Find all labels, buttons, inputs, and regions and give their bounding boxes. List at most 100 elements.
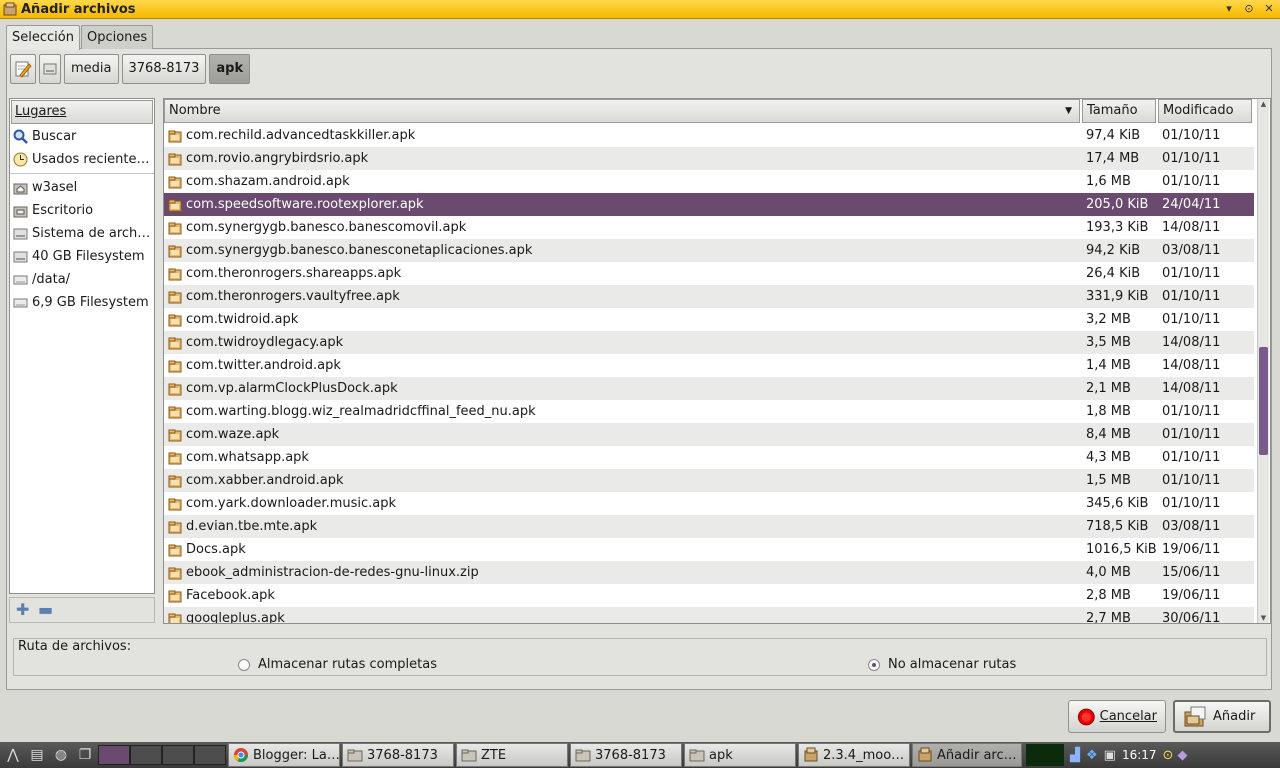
ruta-frame	[13, 638, 1267, 676]
file-row[interactable]: com.twidroid.apk 3,2 MB 01/10/11	[164, 308, 1254, 331]
file-row[interactable]: googleplus.apk 2,7 MB 30/06/11	[164, 607, 1254, 623]
file-icon	[168, 521, 182, 533]
file-row[interactable]: com.synergygb.banesco.banesconetaplicaci…	[164, 239, 1254, 262]
window-title: Añadir archivos	[21, 1, 136, 17]
place-40gb-filesystem[interactable]: 40 GB Filesystem	[10, 245, 154, 268]
dropbox-icon[interactable]: ❖	[1086, 748, 1098, 763]
place-6-9gb-filesystem[interactable]: 6,9 GB Filesystem	[10, 291, 154, 314]
place-label: Escritorio	[32, 203, 94, 218]
signal-icon[interactable]: ▟	[1070, 748, 1080, 763]
file-name-cell: googleplus.apk	[164, 611, 1082, 623]
place-data[interactable]: /data/	[10, 268, 154, 291]
file-icon	[168, 268, 182, 280]
windows-launcher-icon[interactable]: ❐	[74, 744, 96, 766]
taskbar-task[interactable]: Añadir arc…	[912, 743, 1022, 767]
file-row[interactable]: d.evian.tbe.mte.apk 718,5 KiB 03/08/11	[164, 515, 1254, 538]
collapse-icon[interactable]: ▾	[1222, 2, 1236, 16]
close-icon[interactable]: ✕	[1262, 2, 1276, 16]
desktop-3[interactable]	[162, 745, 194, 765]
remove-bookmark-icon[interactable]: ▬	[38, 602, 53, 618]
cancel-label: Cancelar	[1099, 709, 1157, 724]
taskbar-task[interactable]: 3768-8173	[570, 743, 682, 767]
file-row[interactable]: com.twitter.android.apk 1,4 MB 14/08/11	[164, 354, 1254, 377]
scroll-up-icon[interactable]: ▲	[1258, 99, 1269, 109]
file-row[interactable]: com.twidroydlegacy.apk 3,5 MB 14/08/11	[164, 331, 1254, 354]
file-name: com.warting.blogg.wiz_realmadridcffinal_…	[186, 404, 536, 419]
file-name: com.yark.downloader.music.apk	[186, 496, 397, 511]
scroll-down-icon[interactable]: ▼	[1258, 613, 1269, 623]
file-row[interactable]: com.speedsoftware.rootexplorer.apk 205,0 …	[164, 193, 1254, 216]
chrome-icon	[234, 748, 248, 762]
root-drive-button[interactable]	[39, 54, 61, 84]
file-row[interactable]: com.theronrogers.shareapps.apk 26,4 KiB 01…	[164, 262, 1254, 285]
add-button[interactable]: Añadir	[1173, 700, 1271, 733]
file-name: Facebook.apk	[186, 588, 275, 603]
tab-opciones[interactable]: Opciones	[80, 25, 154, 49]
file-row[interactable]: com.theronrogers.vaultyfree.apk 331,9 KiB…	[164, 285, 1254, 308]
scrollbar-thumb[interactable]	[1259, 347, 1268, 455]
file-row[interactable]: com.warting.blogg.wiz_realmadridcffinal_…	[164, 400, 1254, 423]
file-row[interactable]: com.whatsapp.apk 4,3 MB 01/10/11	[164, 446, 1254, 469]
path-segment-media[interactable]: media	[64, 54, 119, 84]
file-row[interactable]: com.shazam.android.apk 1,6 MB 01/10/11	[164, 170, 1254, 193]
file-row[interactable]: com.waze.apk 8,4 MB 01/10/11	[164, 423, 1254, 446]
column-modificado[interactable]: Modificado	[1158, 99, 1252, 123]
place-sistema-de-archivos[interactable]: Sistema de arch…	[10, 222, 154, 245]
vertical-scrollbar[interactable]: ▲ ▼	[1257, 99, 1269, 623]
add-bookmark-icon[interactable]: ✚	[16, 602, 29, 618]
file-row[interactable]: com.synergygb.banesco.banescomovil.apk 19…	[164, 216, 1254, 239]
file-row[interactable]: com.rovio.angrybirdsrio.apk 17,4 MB 01/10/…	[164, 147, 1254, 170]
place-escritorio[interactable]: Escritorio	[10, 199, 154, 222]
file-row[interactable]: ebook_administracion-de-redes-gnu-linux.…	[164, 561, 1254, 584]
taskbar-task[interactable]: Blogger: La…	[228, 743, 340, 767]
taskbar-task[interactable]: 3768-8173	[342, 743, 454, 767]
place-buscar[interactable]: Buscar	[10, 125, 154, 148]
column-nombre[interactable]: Nombre ▼	[164, 99, 1080, 123]
file-icon	[168, 590, 182, 602]
sort-down-icon: ▼	[1065, 106, 1072, 116]
places-header[interactable]: Lugares	[11, 100, 153, 124]
file-row[interactable]: Facebook.apk 2,8 MB 19/06/11	[164, 584, 1254, 607]
window-list-icon[interactable]: ▣	[1104, 748, 1116, 763]
desktop-4[interactable]	[194, 745, 226, 765]
radio-no-almacenar-rutas[interactable]: No almacenar rutas	[868, 657, 1016, 672]
drive-icon	[13, 251, 28, 263]
desktop-2[interactable]	[130, 745, 162, 765]
file-row[interactable]: com.yark.downloader.music.apk 345,6 KiB 01…	[164, 492, 1254, 515]
taskbar-task[interactable]: apk	[684, 743, 796, 767]
menu-icon[interactable]: ⊙	[1242, 2, 1256, 16]
radio-almacenar-rutas-completas[interactable]: Almacenar rutas completas	[238, 657, 437, 672]
taskbar-task[interactable]: 2.3.4_moo…	[798, 743, 910, 767]
file-icon	[168, 567, 182, 579]
file-size: 2,8 MB	[1086, 588, 1131, 603]
file-row[interactable]: com.xabber.android.apk 1,5 MB 01/10/11	[164, 469, 1254, 492]
notification-icon[interactable]: ⊙	[1163, 748, 1174, 763]
column-tamano[interactable]: Tamaño	[1082, 99, 1156, 123]
file-row[interactable]: com.vp.alarmClockPlusDock.apk 2,1 MB 14/08…	[164, 377, 1254, 400]
file-row[interactable]: Docs.apk 1016,5 KiB 19/06/11	[164, 538, 1254, 561]
place-label: Usados reciente…	[32, 152, 150, 167]
file-name: com.theronrogers.shareapps.apk	[186, 266, 402, 281]
taskbar-task[interactable]: ZTE	[456, 743, 568, 767]
task-label: Blogger: La…	[253, 747, 340, 763]
archiver-icon	[3, 2, 17, 16]
cancel-button[interactable]: Cancelar	[1068, 700, 1166, 733]
menu-launcher-icon[interactable]: ⋀	[2, 744, 24, 766]
edit-location-button[interactable]	[10, 54, 36, 84]
files-launcher-icon[interactable]: ▤	[26, 744, 48, 766]
browser-launcher-icon[interactable]: ◍	[50, 744, 72, 766]
place-w3asel[interactable]: w3asel	[10, 176, 154, 199]
file-row[interactable]: com.rechild.advancedtaskkiller.apk 97,4 K…	[164, 124, 1254, 147]
path-segment-3768-8173[interactable]: 3768-8173	[121, 54, 207, 84]
file-name-cell: com.synergygb.banesco.banescomovil.apk	[164, 220, 1082, 235]
place-usados-recientes[interactable]: Usados reciente…	[10, 148, 154, 171]
logout-icon[interactable]: ◆	[1177, 748, 1187, 763]
desktop-1[interactable]	[98, 745, 130, 765]
path-segment-apk[interactable]: apk	[209, 54, 251, 84]
task-label: 2.3.4_moo…	[823, 747, 905, 763]
edit-icon	[15, 61, 32, 78]
place-label: Sistema de arch…	[32, 226, 151, 241]
clock[interactable]: 16:17	[1116, 748, 1163, 762]
file-name-cell: com.xabber.android.apk	[164, 473, 1082, 488]
tab-seleccion[interactable]: Selección	[6, 25, 80, 50]
